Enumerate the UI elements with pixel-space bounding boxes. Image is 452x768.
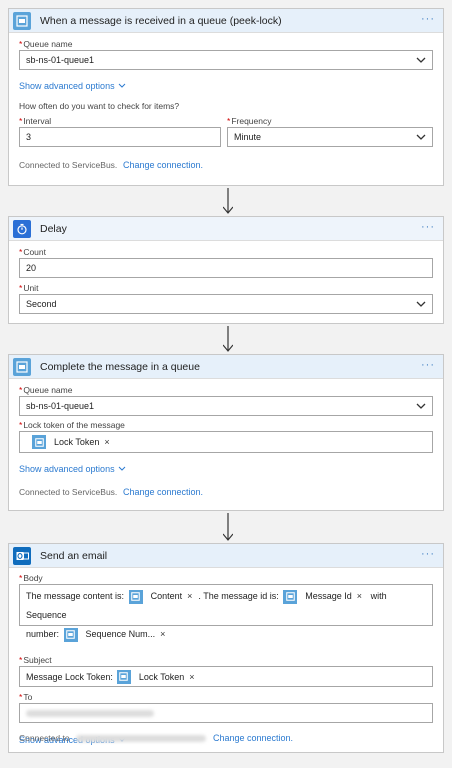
- chevron-down-icon: [118, 463, 126, 473]
- lock-token-text: Lock Token: [138, 671, 185, 682]
- count-input[interactable]: 20: [19, 258, 433, 278]
- trigger-card-header[interactable]: When a message is received in a queue (p…: [9, 9, 443, 33]
- count-value: 20: [26, 263, 37, 273]
- to-input[interactable]: [19, 703, 433, 723]
- arrow-down-icon: [223, 513, 233, 541]
- body-label: *Body: [19, 573, 43, 583]
- send-email-card-header[interactable]: Send an email ···: [9, 544, 443, 568]
- lock-token-token[interactable]: Lock Token ×: [116, 669, 199, 685]
- redacted-email: [26, 709, 154, 717]
- show-advanced-options-link[interactable]: Show advanced options: [19, 463, 126, 474]
- chevron-down-icon: [416, 134, 426, 140]
- change-connection-link[interactable]: Change connection.: [123, 160, 203, 170]
- delay-card-header[interactable]: Delay ···: [9, 217, 443, 241]
- show-advanced-options-link[interactable]: Show advanced options: [19, 80, 126, 91]
- queue-name-value: sb-ns-01-queue1: [26, 401, 95, 411]
- delay-title: Delay: [40, 222, 67, 235]
- body-text: The message content is:: [26, 591, 125, 601]
- trigger-title: When a message is received in a queue (p…: [40, 14, 282, 27]
- send-email-title: Send an email: [40, 549, 108, 562]
- chevron-down-icon: [416, 403, 426, 409]
- content-token-text: Content: [150, 591, 183, 602]
- complete-message-card-header[interactable]: Complete the message in a queue ···: [9, 355, 443, 379]
- subject-label: *Subject: [19, 655, 52, 665]
- chevron-down-icon: [118, 80, 126, 90]
- interval-value: 3: [26, 132, 32, 142]
- timer-icon: [13, 219, 31, 238]
- more-options-icon[interactable]: ···: [421, 14, 435, 25]
- send-email-card: Send an email ··· *Body The message cont…: [8, 543, 444, 753]
- complete-message-card: Complete the message in a queue ··· *Que…: [8, 354, 444, 511]
- connection-status: Connected to ServiceBus.: [19, 160, 118, 170]
- remove-token-icon[interactable]: ×: [187, 587, 192, 606]
- remove-token-icon[interactable]: ×: [104, 437, 109, 447]
- to-label: *To: [19, 692, 33, 702]
- body-text: . The message id is:: [198, 591, 279, 601]
- outlook-icon: [13, 546, 31, 565]
- interval-label: *Interval: [19, 116, 52, 126]
- more-options-icon[interactable]: ···: [421, 549, 435, 560]
- more-options-icon[interactable]: ···: [421, 222, 435, 233]
- remove-token-icon[interactable]: ×: [357, 587, 362, 606]
- subject-text: Message Lock Token:: [26, 671, 113, 682]
- servicebus-icon: [283, 589, 298, 604]
- change-connection-link[interactable]: Change connection.: [123, 487, 203, 497]
- queue-name-select[interactable]: sb-ns-01-queue1: [19, 396, 433, 416]
- remove-token-icon[interactable]: ×: [189, 672, 194, 682]
- body-input[interactable]: The message content is: Content × . The …: [19, 584, 433, 642]
- sequence-number-token-text: Sequence Num...: [85, 629, 156, 640]
- delay-card: Delay ··· *Count 20 *Unit Second: [8, 216, 444, 324]
- queue-name-value: sb-ns-01-queue1: [26, 55, 95, 65]
- unit-label: *Unit: [19, 283, 39, 293]
- servicebus-icon: [63, 627, 78, 642]
- change-connection-link[interactable]: Change connection.: [213, 733, 293, 743]
- frequency-select[interactable]: Minute: [227, 127, 433, 147]
- more-options-icon[interactable]: ···: [421, 360, 435, 371]
- message-id-token[interactable]: Message Id ×: [283, 589, 366, 605]
- sequence-number-token[interactable]: Sequence Num... ×: [63, 625, 170, 644]
- complete-message-title: Complete the message in a queue: [40, 360, 200, 373]
- redacted-account: [75, 735, 206, 743]
- remove-token-icon[interactable]: ×: [160, 625, 165, 644]
- lock-token-text: Lock Token: [54, 437, 100, 447]
- arrow-down-icon: [223, 188, 233, 214]
- count-label: *Count: [19, 247, 46, 257]
- message-id-token-text: Message Id: [305, 591, 352, 602]
- check-frequency-question: How often do you want to check for items…: [19, 101, 180, 111]
- unit-value: Second: [26, 299, 57, 309]
- servicebus-icon: [32, 435, 46, 449]
- chevron-down-icon: [416, 301, 426, 307]
- servicebus-icon: [13, 357, 31, 376]
- queue-name-select[interactable]: sb-ns-01-queue1: [19, 50, 433, 70]
- body-text: number:: [26, 629, 60, 639]
- lock-token-input[interactable]: Lock Token ×: [19, 431, 433, 453]
- interval-input[interactable]: 3: [19, 127, 221, 147]
- lock-token-token[interactable]: Lock Token ×: [32, 434, 114, 450]
- queue-name-label: *Queue name: [19, 385, 73, 395]
- subject-input[interactable]: Message Lock Token: Lock Token ×: [19, 666, 433, 687]
- arrow-down-icon: [223, 326, 233, 352]
- trigger-card: When a message is received in a queue (p…: [8, 8, 444, 186]
- servicebus-icon: [128, 589, 143, 604]
- connection-status: Connected to: [19, 733, 206, 743]
- lock-token-label: *Lock token of the message: [19, 420, 125, 430]
- unit-select[interactable]: Second: [19, 294, 433, 314]
- queue-name-label: *Queue name: [19, 39, 73, 49]
- servicebus-icon: [13, 11, 31, 30]
- frequency-label: *Frequency: [227, 116, 272, 126]
- servicebus-icon: [116, 669, 131, 684]
- chevron-down-icon: [416, 57, 426, 63]
- content-token[interactable]: Content ×: [128, 587, 197, 606]
- connection-status: Connected to ServiceBus.: [19, 487, 118, 497]
- frequency-value: Minute: [234, 132, 262, 142]
